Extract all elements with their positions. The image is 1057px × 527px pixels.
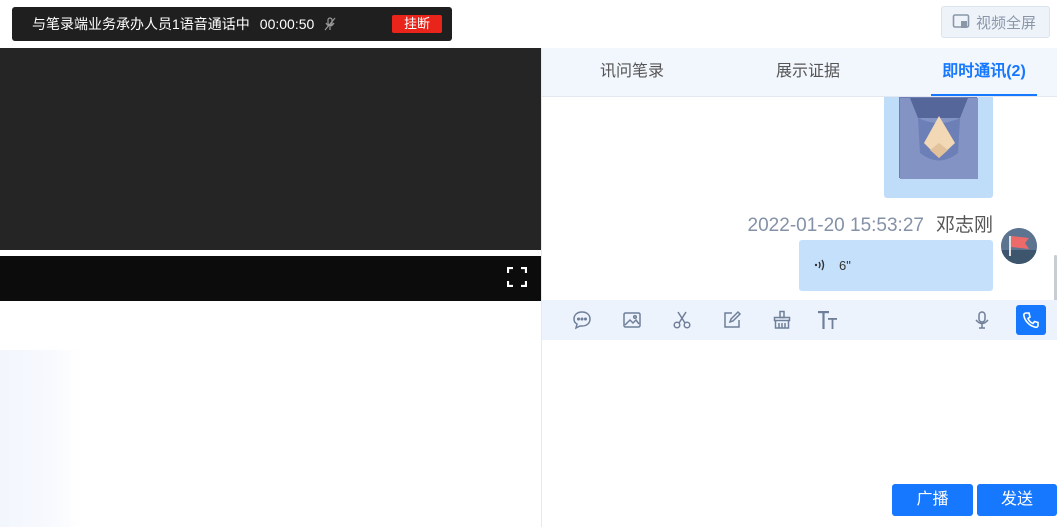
broadcast-button[interactable]: 广播 <box>892 484 973 516</box>
image-icon[interactable] <box>622 310 642 330</box>
video-fullscreen-label: 视频全屏 <box>976 14 1037 32</box>
clear-brush-icon[interactable] <box>772 310 792 330</box>
active-tab-indicator <box>931 94 1037 96</box>
call-status-text: 与笔录端业务承办人员1语音通话中 <box>32 16 250 32</box>
call-timer: 00:00:50 <box>259 16 315 32</box>
video-control-bar <box>0 256 541 301</box>
tab-instant-messaging[interactable]: 即时通讯(2) <box>931 48 1037 96</box>
voice-message[interactable]: 6" <box>799 240 993 291</box>
tab-bar: 讯问笔录 展示证据 即时通讯(2) <box>542 48 1057 97</box>
voice-call-button[interactable] <box>1016 305 1046 335</box>
scissors-icon[interactable] <box>672 310 692 330</box>
tab-interrogation-record[interactable]: 讯问笔录 <box>582 48 682 96</box>
image-message[interactable] <box>884 97 993 198</box>
side-panel: 讯问笔录 展示证据 即时通讯(2) 2022-01-20 15:53:27 邓志刚 <box>541 48 1057 527</box>
video-fullscreen-button[interactable]: 视频全屏 <box>941 6 1050 38</box>
message-image[interactable] <box>899 97 978 179</box>
message-sender: 邓志刚 <box>935 215 993 236</box>
tab-show-evidence[interactable]: 展示证据 <box>758 48 858 96</box>
edit-icon[interactable] <box>722 310 742 330</box>
call-status-bar: 与笔录端业务承办人员1语音通话中 00:00:50 挂断 <box>12 7 452 41</box>
hangup-button[interactable]: 挂断 <box>392 15 442 33</box>
message-meta: 2022-01-20 15:53:27 邓志刚 <box>748 210 993 237</box>
microphone-muted-icon[interactable] <box>324 17 336 31</box>
avatar[interactable] <box>1001 228 1037 264</box>
voice-duration: 6" <box>839 258 851 273</box>
tab-instant-messaging-label: 即时通讯(2) <box>942 63 1026 80</box>
message-timestamp: 2022-01-20 15:53:27 <box>747 215 924 236</box>
text-size-icon[interactable] <box>817 310 839 330</box>
video-view <box>0 48 541 250</box>
background-decoration <box>0 350 82 527</box>
chat-icon[interactable] <box>572 310 592 330</box>
send-button[interactable]: 发送 <box>977 484 1057 516</box>
chat-toolbar <box>542 300 1057 340</box>
phone-icon <box>1022 311 1040 329</box>
video-screen-icon <box>952 13 970 31</box>
voice-wave-icon <box>813 258 827 272</box>
microphone-icon[interactable] <box>972 310 992 330</box>
expand-icon[interactable] <box>506 266 528 288</box>
